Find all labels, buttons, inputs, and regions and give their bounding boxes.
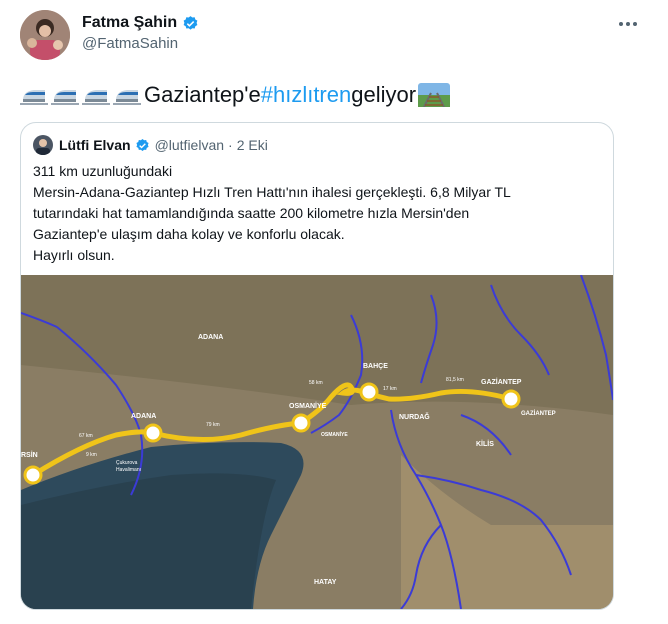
map-distance-label: 67 km xyxy=(79,433,93,439)
station-marker xyxy=(359,382,379,402)
map-station-label: OSMANİYE xyxy=(289,402,327,410)
map-station-label: GAZİANTEP xyxy=(481,378,522,386)
quoted-text-line: Mersin-Adana-Gaziantep Hızlı Tren Hattı'… xyxy=(33,184,511,200)
quoted-text-line: tutarındaki hat tamamlandığında saatte 2… xyxy=(33,205,470,221)
author-block: Fatma Şahin @FatmaSahin xyxy=(82,14,199,52)
map-region-label: GAZİANTEP xyxy=(521,410,556,417)
station-marker xyxy=(23,465,43,485)
hashtag-link[interactable]: #hızlıtren xyxy=(261,82,352,108)
quoted-tweet-header: Lütfi Elvan @lutfielvan · 2 Eki xyxy=(33,135,268,155)
station-marker xyxy=(501,389,521,409)
map-station-label: ADANA xyxy=(131,413,156,420)
map-distance-label: 9 km xyxy=(86,452,97,458)
author-handle[interactable]: @FatmaSahin xyxy=(82,35,199,52)
quoted-author-handle: @lutfielvan xyxy=(154,137,225,153)
author-name[interactable]: Fatma Şahin xyxy=(82,14,177,32)
author-avatar[interactable] xyxy=(20,10,70,60)
quoted-text-line: Hayırlı olsun. xyxy=(33,247,115,263)
map-distance-label: 81,5 km xyxy=(446,377,464,383)
quoted-text-line: Gaziantep'e ulaşım daha kolay ve konforl… xyxy=(33,226,345,242)
tweet-text: Gaziantep'e #hızlıtren geliyor xyxy=(20,82,451,108)
quoted-text-line: 311 km uzunluğundaki xyxy=(33,163,173,179)
high-speed-train-icon xyxy=(82,90,110,105)
station-marker xyxy=(143,423,163,443)
map-airport-label: Çukurova xyxy=(116,460,138,466)
railway-track-icon xyxy=(418,83,451,107)
high-speed-train-icon xyxy=(20,90,48,105)
map-distance-label: 17 km xyxy=(383,386,397,392)
map-station-label: BAHÇE xyxy=(363,363,388,370)
map-distance-label: 58 km xyxy=(309,380,323,386)
map-region-label: KİLİS xyxy=(476,440,494,448)
verified-badge-icon xyxy=(136,138,149,151)
more-options-icon[interactable] xyxy=(616,14,640,34)
quoted-author-name: Lütfi Elvan xyxy=(59,137,131,153)
map-region-label: ADANA xyxy=(198,334,223,341)
map-station-label: RSİN xyxy=(21,451,38,459)
route-map-image[interactable]: ADANA OSMANİYE KİLİS HATAY GAZİANTEP RSİ… xyxy=(21,275,613,609)
quoted-author-avatar xyxy=(33,135,53,155)
quoted-tweet-body: 311 km uzunluğundaki Mersin-Adana-Gazian… xyxy=(33,161,511,266)
map-airport-label: Havalimanı xyxy=(116,467,141,473)
tweet-text-main: Gaziantep'e xyxy=(144,82,261,107)
tweet-text-after: geliyor xyxy=(351,82,417,107)
station-marker xyxy=(291,413,311,433)
meta-separator: · xyxy=(228,137,233,153)
map-region-label: OSMANİYE xyxy=(321,431,348,438)
author-name-row[interactable]: Fatma Şahin xyxy=(82,14,199,32)
high-speed-train-icon xyxy=(113,90,141,105)
map-station-label: NURDAĞ xyxy=(399,412,430,421)
verified-badge-icon xyxy=(183,15,198,30)
high-speed-train-icon xyxy=(51,90,79,105)
map-distance-label: 79 km xyxy=(206,422,220,428)
quoted-tweet-card[interactable]: Lütfi Elvan @lutfielvan · 2 Eki 311 km u… xyxy=(20,122,614,610)
quoted-tweet-date: 2 Eki xyxy=(236,137,268,153)
map-region-label: HATAY xyxy=(314,579,337,586)
